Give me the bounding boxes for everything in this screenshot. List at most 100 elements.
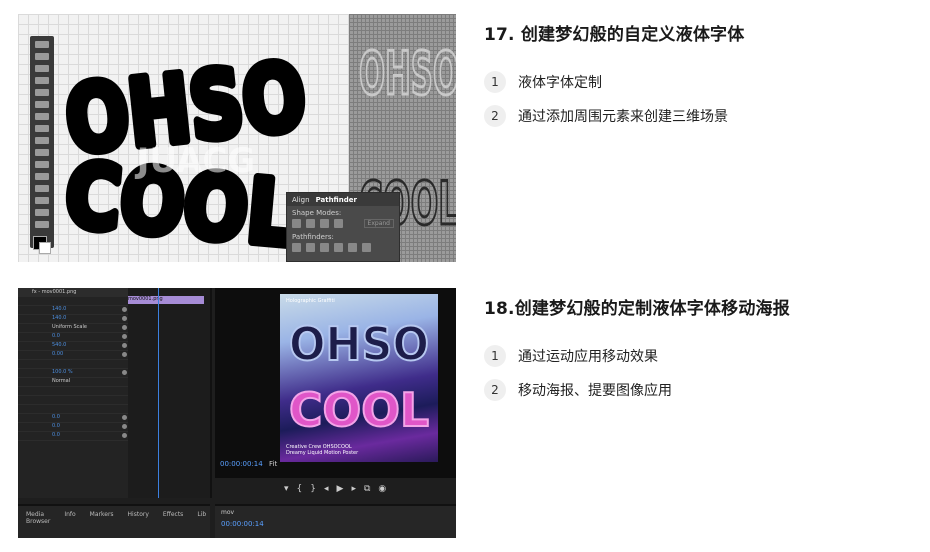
tab-media-browser[interactable]: Media Browser [26,511,50,525]
outline-button[interactable] [348,243,357,252]
eyedropper-tool-icon[interactable] [35,185,49,192]
camera-icon[interactable]: ◉ [378,484,386,494]
value-field[interactable]: 0.0 [52,414,60,420]
keyframe-icon[interactable] [122,415,127,420]
shape-tool-icon[interactable] [35,101,49,108]
trim-button[interactable] [306,243,315,252]
value-field[interactable]: 0.0 [52,423,60,429]
keyframe-icon[interactable] [122,325,127,330]
tab-libraries[interactable]: Lib [197,511,206,525]
merge-button[interactable] [320,243,329,252]
tools-panel[interactable] [30,36,54,254]
poster-preview: Holographic Graffiti OHSO COOL Creative … [280,294,438,462]
list-item: 1 通过运动应用移动效果 [484,339,930,373]
tab-markers[interactable]: Markers [90,511,114,525]
opacity-field[interactable]: 100.0 % [52,369,73,375]
effect-controls-panel[interactable]: fx - mov0001.png 140.0 140.0 Uniform Sca… [18,288,212,498]
play-icon[interactable]: ▶ [337,484,344,494]
thumbnail-illustrator[interactable]: OHSO COOL JUACG OHSO COOL Align Pathfind… [18,14,456,262]
project-panel[interactable]: Media Browser Info Markers History Effec… [18,504,210,538]
timeline-clip[interactable]: mov0001.png [128,296,204,304]
keyframe-icon[interactable] [122,316,127,321]
step-number: 2 [484,105,506,127]
shape-modes-label: Shape Modes: [292,209,342,217]
marker-icon[interactable]: ▾ [284,484,289,494]
tab-effects[interactable]: Effects [163,511,183,525]
warp-tool-icon[interactable] [35,161,49,168]
rotate-tool-icon[interactable] [35,137,49,144]
divide-button[interactable] [292,243,301,252]
brush-tool-icon[interactable] [35,113,49,120]
step-list: 1 液体字体定制 2 通过添加周围元素来创建三维场景 [484,65,930,133]
tab-history[interactable]: History [128,511,149,525]
intersect-button[interactable] [320,219,329,228]
uniform-scale-checkbox[interactable]: Uniform Scale [52,324,87,330]
list-item: 2 通过添加周围元素来创建三维场景 [484,99,930,133]
type-tool-icon[interactable] [35,77,49,84]
unite-button[interactable] [292,219,301,228]
effect-timeline[interactable]: mov0001.png [128,288,210,498]
step-forward-icon[interactable]: ▸ [351,484,356,494]
pathfinder-tab[interactable]: Pathfinder [316,196,357,204]
course-card-18[interactable]: fx - mov0001.png 140.0 140.0 Uniform Sca… [18,288,930,538]
value-field[interactable]: 0.00 [52,351,63,357]
hand-tool-icon[interactable] [35,209,49,216]
fit-select[interactable]: Fit [269,460,277,468]
playhead[interactable] [158,288,159,498]
pen-tool-icon[interactable] [35,65,49,72]
step-number: 2 [484,379,506,401]
zoom-tool-icon[interactable] [35,221,49,228]
expand-button[interactable]: Expand [363,219,394,228]
keyframe-icon[interactable] [122,352,127,357]
course-title[interactable]: 18.创建梦幻般的定制液体字体移动海报 [484,294,930,319]
keyframe-icon[interactable] [122,334,127,339]
transport-controls[interactable]: ▾ { } ◂ ▶ ▸ ⧉ ◉ [284,484,386,494]
line-tool-icon[interactable] [35,89,49,96]
align-tab[interactable]: Align [292,196,310,204]
keyframe-icon[interactable] [122,433,127,438]
in-point-icon[interactable]: { [297,484,303,494]
crop-button[interactable] [334,243,343,252]
value-field[interactable]: 140.0 [52,306,66,312]
timeline-timecode[interactable]: 00:00:00:14 [221,520,264,528]
timeline-tab[interactable]: mov [221,509,234,516]
eraser-tool-icon[interactable] [35,125,49,132]
blend-mode-select[interactable]: Normal [52,378,70,384]
keyframe-icon[interactable] [122,343,127,348]
fill-stroke-swatch[interactable] [33,236,51,254]
lift-icon[interactable]: ⧉ [364,484,370,494]
minus-back-button[interactable] [362,243,371,252]
program-timecode[interactable]: 00:00:00:14 [220,460,263,468]
course-title[interactable]: 17. 创建梦幻般的自定义液体字体 [484,20,930,45]
gradient-tool-icon[interactable] [35,173,49,180]
liquid-type-artwork: OHSO COOL JUACG [56,40,315,252]
value-field[interactable]: 140.0 [52,315,66,321]
step-back-icon[interactable]: ◂ [324,484,329,494]
blend-tool-icon[interactable] [35,197,49,204]
out-point-icon[interactable]: } [310,484,316,494]
tab-info[interactable]: Info [64,511,75,525]
thumbnail-premiere[interactable]: fx - mov0001.png 140.0 140.0 Uniform Sca… [18,288,456,538]
keyframe-icon[interactable] [122,424,127,429]
poster-line-1: OHSO [289,317,429,371]
keyframe-icon[interactable] [122,370,127,375]
exclude-button[interactable] [334,219,343,228]
watermark-text: JUACG [135,141,255,181]
sequence-timeline[interactable]: mov 00:00:00:14 [215,504,456,538]
outline-line-1: OHSO [359,39,456,109]
scale-tool-icon[interactable] [35,149,49,156]
program-monitor[interactable]: Holographic Graffiti OHSO COOL Creative … [215,288,456,478]
value-field[interactable]: 0.0 [52,432,60,438]
source-tab[interactable]: fx - mov0001.png [32,289,76,295]
course-card-17[interactable]: OHSO COOL JUACG OHSO COOL Align Pathfind… [18,14,930,262]
keyframe-icon[interactable] [122,307,127,312]
minus-front-button[interactable] [306,219,315,228]
value-field[interactable]: 0.0 [52,333,60,339]
step-text: 液体字体定制 [518,75,602,91]
step-text: 移动海报、提要图像应用 [518,383,672,399]
step-text: 通过运动应用移动效果 [518,349,658,365]
pathfinder-panel[interactable]: Align Pathfinder Shape Modes: Expand Pat… [286,192,400,262]
value-field[interactable]: 540.0 [52,342,66,348]
selection-tool-icon[interactable] [35,41,49,48]
direct-select-tool-icon[interactable] [35,53,49,60]
